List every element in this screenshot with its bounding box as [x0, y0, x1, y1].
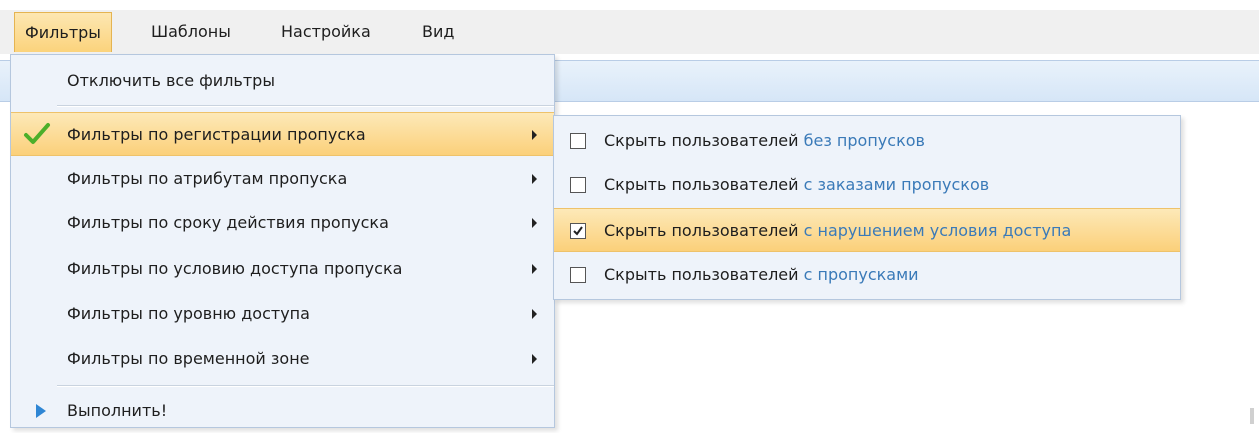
submenu-arrow-icon: [532, 174, 537, 184]
menu-item-label: Фильтры по временной зоне: [67, 349, 310, 368]
submenu-item-suffix: с заказами пропусков: [803, 175, 990, 194]
checkbox[interactable]: [570, 133, 586, 149]
submenu-item-with-passes[interactable]: Скрыть пользователей с пропусками: [554, 253, 1180, 297]
menu-item-label: Выполнить!: [67, 401, 168, 420]
scrollbar-edge: [1250, 408, 1254, 424]
menu-item-attributes[interactable]: Фильтры по атрибутам пропуска: [11, 157, 554, 201]
window-top: [0, 0, 1259, 10]
submenu-item-prefix: Скрыть пользователей: [604, 131, 799, 150]
submenu-item-text: Скрыть пользователей с нарушением услови…: [604, 209, 1071, 253]
checkbox[interactable]: [570, 267, 586, 283]
play-icon: [36, 404, 46, 418]
menu-templates[interactable]: Шаблоны: [141, 12, 241, 52]
submenu-arrow-icon: [532, 130, 537, 140]
submenu-item-suffix: без пропусков: [803, 131, 925, 150]
registration-submenu: Скрыть пользователей без пропусков Скрыт…: [553, 115, 1181, 300]
menu-item-access-condition[interactable]: Фильтры по условию доступа пропуска: [11, 247, 554, 291]
submenu-item-suffix: с пропусками: [803, 265, 919, 284]
menu-filters[interactable]: Фильтры: [14, 12, 112, 52]
submenu-item-access-violation[interactable]: Скрыть пользователей с нарушением услови…: [554, 208, 1180, 252]
check-icon: [24, 123, 50, 144]
menu-item-label: Фильтры по условию доступа пропуска: [67, 259, 403, 278]
submenu-item-pass-orders[interactable]: Скрыть пользователей с заказами пропуско…: [554, 163, 1180, 207]
menu-separator: [57, 385, 554, 387]
submenu-arrow-icon: [532, 218, 537, 228]
submenu-arrow-icon: [532, 309, 537, 319]
submenu-item-prefix: Скрыть пользователей: [604, 221, 799, 240]
menu-item-disable-all[interactable]: Отключить все фильтры: [11, 59, 554, 103]
menu-settings[interactable]: Настройка: [271, 12, 381, 52]
submenu-item-suffix: с нарушением условия доступа: [803, 221, 1072, 240]
menu-item-access-level[interactable]: Фильтры по уровню доступа: [11, 292, 554, 336]
menu-separator: [57, 105, 554, 107]
submenu-arrow-icon: [532, 354, 537, 364]
menu-item-label: Фильтры по атрибутам пропуска: [67, 169, 348, 188]
submenu-item-no-passes[interactable]: Скрыть пользователей без пропусков: [554, 119, 1180, 163]
menu-view[interactable]: Вид: [412, 12, 464, 52]
filters-dropdown: Отключить все фильтры Фильтры по регистр…: [10, 54, 555, 428]
menu-item-registration[interactable]: Фильтры по регистрации пропуска: [11, 112, 554, 156]
submenu-item-text: Скрыть пользователей без пропусков: [604, 119, 925, 163]
checkbox-checked[interactable]: [570, 223, 586, 239]
submenu-item-text: Скрыть пользователей с пропусками: [604, 253, 919, 297]
menu-item-label: Фильтры по регистрации пропуска: [67, 125, 366, 144]
submenu-item-prefix: Скрыть пользователей: [604, 175, 799, 194]
menu-item-time-zone[interactable]: Фильтры по временной зоне: [11, 337, 554, 381]
menu-item-label: Отключить все фильтры: [67, 71, 275, 90]
checkbox[interactable]: [570, 177, 586, 193]
menu-item-validity[interactable]: Фильтры по сроку действия пропуска: [11, 201, 554, 245]
submenu-arrow-icon: [532, 264, 537, 274]
menu-item-label: Фильтры по сроку действия пропуска: [67, 213, 389, 232]
menu-item-label: Фильтры по уровню доступа: [67, 304, 310, 323]
menu-bar: Фильтры Шаблоны Настройка Вид: [0, 10, 1259, 54]
menu-item-execute[interactable]: Выполнить!: [11, 389, 554, 433]
submenu-item-text: Скрыть пользователей с заказами пропуско…: [604, 163, 989, 207]
submenu-item-prefix: Скрыть пользователей: [604, 265, 799, 284]
checkmark-icon: [573, 226, 583, 236]
